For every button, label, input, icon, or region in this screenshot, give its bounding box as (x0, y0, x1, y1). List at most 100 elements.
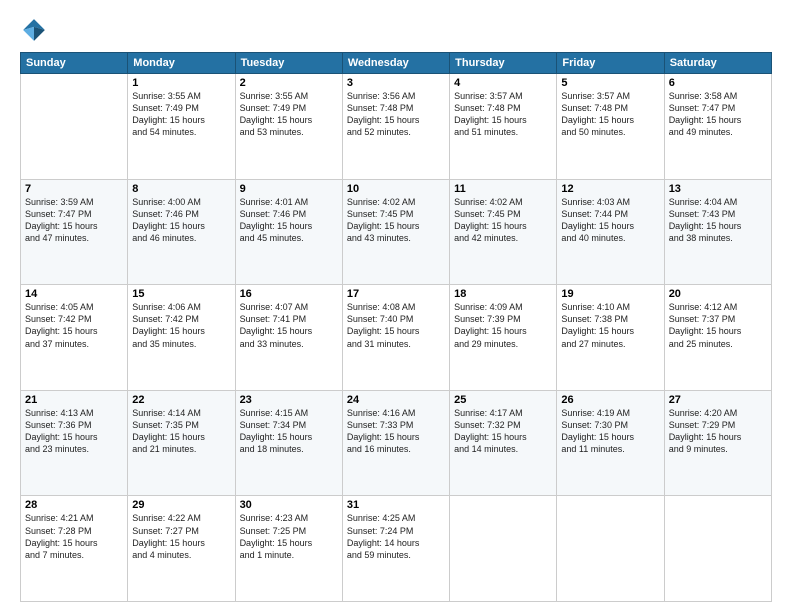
logo-icon (20, 16, 48, 44)
day-number: 29 (132, 499, 230, 511)
cell-content: Sunrise: 3:57 AMSunset: 7:48 PMDaylight:… (561, 90, 659, 139)
day-number: 11 (454, 183, 552, 195)
day-number: 14 (25, 288, 123, 300)
cell-content: Sunrise: 4:06 AMSunset: 7:42 PMDaylight:… (132, 301, 230, 350)
calendar-week-row: 7Sunrise: 3:59 AMSunset: 7:47 PMDaylight… (21, 179, 772, 285)
cell-content: Sunrise: 4:08 AMSunset: 7:40 PMDaylight:… (347, 301, 445, 350)
calendar-cell (557, 496, 664, 602)
day-number: 3 (347, 77, 445, 89)
calendar-cell: 19Sunrise: 4:10 AMSunset: 7:38 PMDayligh… (557, 285, 664, 391)
cell-content: Sunrise: 4:19 AMSunset: 7:30 PMDaylight:… (561, 407, 659, 456)
day-number: 8 (132, 183, 230, 195)
day-number: 10 (347, 183, 445, 195)
cell-content: Sunrise: 3:57 AMSunset: 7:48 PMDaylight:… (454, 90, 552, 139)
calendar-cell: 6Sunrise: 3:58 AMSunset: 7:47 PMDaylight… (664, 74, 771, 180)
day-number: 26 (561, 394, 659, 406)
cell-content: Sunrise: 4:04 AMSunset: 7:43 PMDaylight:… (669, 196, 767, 245)
page: SundayMondayTuesdayWednesdayThursdayFrid… (0, 0, 792, 612)
day-number: 1 (132, 77, 230, 89)
calendar-cell: 5Sunrise: 3:57 AMSunset: 7:48 PMDaylight… (557, 74, 664, 180)
cell-content: Sunrise: 4:15 AMSunset: 7:34 PMDaylight:… (240, 407, 338, 456)
calendar-week-row: 28Sunrise: 4:21 AMSunset: 7:28 PMDayligh… (21, 496, 772, 602)
calendar-cell: 25Sunrise: 4:17 AMSunset: 7:32 PMDayligh… (450, 390, 557, 496)
weekday-header: Tuesday (235, 53, 342, 74)
calendar-cell: 20Sunrise: 4:12 AMSunset: 7:37 PMDayligh… (664, 285, 771, 391)
cell-content: Sunrise: 3:58 AMSunset: 7:47 PMDaylight:… (669, 90, 767, 139)
cell-content: Sunrise: 4:02 AMSunset: 7:45 PMDaylight:… (347, 196, 445, 245)
calendar-week-row: 1Sunrise: 3:55 AMSunset: 7:49 PMDaylight… (21, 74, 772, 180)
calendar-cell: 11Sunrise: 4:02 AMSunset: 7:45 PMDayligh… (450, 179, 557, 285)
calendar-cell: 7Sunrise: 3:59 AMSunset: 7:47 PMDaylight… (21, 179, 128, 285)
day-number: 7 (25, 183, 123, 195)
calendar-cell: 29Sunrise: 4:22 AMSunset: 7:27 PMDayligh… (128, 496, 235, 602)
cell-content: Sunrise: 4:16 AMSunset: 7:33 PMDaylight:… (347, 407, 445, 456)
calendar-cell: 30Sunrise: 4:23 AMSunset: 7:25 PMDayligh… (235, 496, 342, 602)
weekday-header: Monday (128, 53, 235, 74)
day-number: 30 (240, 499, 338, 511)
cell-content: Sunrise: 4:10 AMSunset: 7:38 PMDaylight:… (561, 301, 659, 350)
calendar-cell: 26Sunrise: 4:19 AMSunset: 7:30 PMDayligh… (557, 390, 664, 496)
day-number: 2 (240, 77, 338, 89)
logo (20, 16, 52, 44)
calendar-cell: 3Sunrise: 3:56 AMSunset: 7:48 PMDaylight… (342, 74, 449, 180)
cell-content: Sunrise: 4:09 AMSunset: 7:39 PMDaylight:… (454, 301, 552, 350)
day-number: 19 (561, 288, 659, 300)
day-number: 12 (561, 183, 659, 195)
day-number: 6 (669, 77, 767, 89)
calendar-cell: 23Sunrise: 4:15 AMSunset: 7:34 PMDayligh… (235, 390, 342, 496)
calendar-cell: 10Sunrise: 4:02 AMSunset: 7:45 PMDayligh… (342, 179, 449, 285)
weekday-header: Saturday (664, 53, 771, 74)
cell-content: Sunrise: 3:56 AMSunset: 7:48 PMDaylight:… (347, 90, 445, 139)
cell-content: Sunrise: 3:59 AMSunset: 7:47 PMDaylight:… (25, 196, 123, 245)
cell-content: Sunrise: 4:21 AMSunset: 7:28 PMDaylight:… (25, 512, 123, 561)
cell-content: Sunrise: 4:02 AMSunset: 7:45 PMDaylight:… (454, 196, 552, 245)
calendar-cell: 14Sunrise: 4:05 AMSunset: 7:42 PMDayligh… (21, 285, 128, 391)
cell-content: Sunrise: 4:01 AMSunset: 7:46 PMDaylight:… (240, 196, 338, 245)
day-number: 24 (347, 394, 445, 406)
cell-content: Sunrise: 4:07 AMSunset: 7:41 PMDaylight:… (240, 301, 338, 350)
cell-content: Sunrise: 4:14 AMSunset: 7:35 PMDaylight:… (132, 407, 230, 456)
calendar-cell: 24Sunrise: 4:16 AMSunset: 7:33 PMDayligh… (342, 390, 449, 496)
cell-content: Sunrise: 4:22 AMSunset: 7:27 PMDaylight:… (132, 512, 230, 561)
day-number: 23 (240, 394, 338, 406)
cell-content: Sunrise: 4:03 AMSunset: 7:44 PMDaylight:… (561, 196, 659, 245)
calendar-table: SundayMondayTuesdayWednesdayThursdayFrid… (20, 52, 772, 602)
day-number: 21 (25, 394, 123, 406)
cell-content: Sunrise: 3:55 AMSunset: 7:49 PMDaylight:… (240, 90, 338, 139)
day-number: 31 (347, 499, 445, 511)
weekday-header: Thursday (450, 53, 557, 74)
weekday-header: Sunday (21, 53, 128, 74)
day-number: 28 (25, 499, 123, 511)
calendar-cell: 4Sunrise: 3:57 AMSunset: 7:48 PMDaylight… (450, 74, 557, 180)
calendar-cell: 8Sunrise: 4:00 AMSunset: 7:46 PMDaylight… (128, 179, 235, 285)
day-number: 13 (669, 183, 767, 195)
cell-content: Sunrise: 4:20 AMSunset: 7:29 PMDaylight:… (669, 407, 767, 456)
cell-content: Sunrise: 4:17 AMSunset: 7:32 PMDaylight:… (454, 407, 552, 456)
calendar-header-row: SundayMondayTuesdayWednesdayThursdayFrid… (21, 53, 772, 74)
day-number: 16 (240, 288, 338, 300)
calendar-cell: 28Sunrise: 4:21 AMSunset: 7:28 PMDayligh… (21, 496, 128, 602)
day-number: 22 (132, 394, 230, 406)
calendar-cell: 2Sunrise: 3:55 AMSunset: 7:49 PMDaylight… (235, 74, 342, 180)
calendar-cell: 22Sunrise: 4:14 AMSunset: 7:35 PMDayligh… (128, 390, 235, 496)
calendar-cell: 16Sunrise: 4:07 AMSunset: 7:41 PMDayligh… (235, 285, 342, 391)
cell-content: Sunrise: 4:05 AMSunset: 7:42 PMDaylight:… (25, 301, 123, 350)
calendar-cell: 15Sunrise: 4:06 AMSunset: 7:42 PMDayligh… (128, 285, 235, 391)
calendar-cell: 9Sunrise: 4:01 AMSunset: 7:46 PMDaylight… (235, 179, 342, 285)
calendar-cell: 21Sunrise: 4:13 AMSunset: 7:36 PMDayligh… (21, 390, 128, 496)
calendar-cell (450, 496, 557, 602)
cell-content: Sunrise: 4:25 AMSunset: 7:24 PMDaylight:… (347, 512, 445, 561)
calendar-cell: 27Sunrise: 4:20 AMSunset: 7:29 PMDayligh… (664, 390, 771, 496)
day-number: 20 (669, 288, 767, 300)
calendar-cell: 18Sunrise: 4:09 AMSunset: 7:39 PMDayligh… (450, 285, 557, 391)
calendar-cell (21, 74, 128, 180)
calendar-cell: 31Sunrise: 4:25 AMSunset: 7:24 PMDayligh… (342, 496, 449, 602)
weekday-header: Wednesday (342, 53, 449, 74)
weekday-header: Friday (557, 53, 664, 74)
day-number: 27 (669, 394, 767, 406)
cell-content: Sunrise: 4:12 AMSunset: 7:37 PMDaylight:… (669, 301, 767, 350)
calendar-cell: 12Sunrise: 4:03 AMSunset: 7:44 PMDayligh… (557, 179, 664, 285)
calendar-week-row: 14Sunrise: 4:05 AMSunset: 7:42 PMDayligh… (21, 285, 772, 391)
cell-content: Sunrise: 3:55 AMSunset: 7:49 PMDaylight:… (132, 90, 230, 139)
header (20, 16, 772, 44)
